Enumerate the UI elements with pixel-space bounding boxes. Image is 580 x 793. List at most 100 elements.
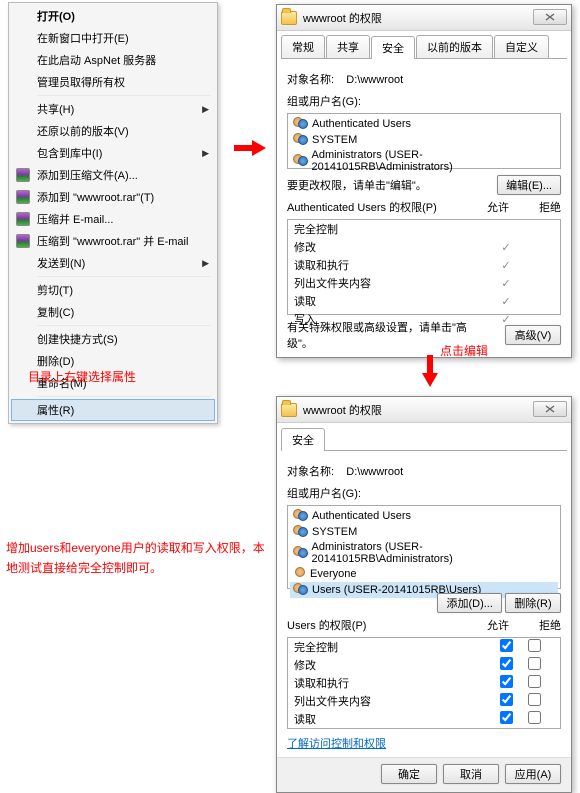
advanced-button[interactable]: 高级(V) [505,325,561,345]
menu-item-label: 压缩到 "wwwroot.rar" 并 E-mail [37,233,188,249]
user-listbox[interactable]: Authenticated UsersSYSTEMAdministrators … [287,113,561,169]
add-button[interactable]: 添加(D)... [437,593,501,613]
user-row[interactable]: SYSTEM [290,524,558,540]
permission-label: 读取和执行 [294,675,492,691]
group-icon [292,583,308,597]
allow-label: 允许 [487,199,509,215]
menu-item[interactable]: 发送到(N)▶ [11,252,215,274]
user-row[interactable]: Authenticated Users [290,116,558,132]
group-icon [292,525,308,539]
rar-icon [15,167,31,183]
close-button[interactable] [533,9,567,25]
permission-list[interactable]: 完全控制修改读取和执行列出文件夹内容读取 [287,637,561,729]
menu-item[interactable]: 添加到 "wwwroot.rar"(T) [11,186,215,208]
titlebar[interactable]: wwwroot 的权限 [277,397,571,423]
allow-checkbox[interactable] [500,711,513,724]
menu-item[interactable]: 压缩并 E-mail... [11,208,215,230]
user-row[interactable]: SYSTEM [290,132,558,148]
user-row[interactable]: Administrators (USER-20141015RB\Administ… [290,148,558,174]
permission-row: 列出文件夹内容 [288,692,560,710]
object-name-value: D:\wwwroot [346,466,403,478]
titlebar[interactable]: wwwroot 的权限 [277,5,571,31]
apply-button[interactable]: 应用(A) [505,764,561,784]
permission-list[interactable]: 完全控制修改✓读取和执行✓列出文件夹内容✓读取✓写入✓ [287,219,561,315]
deny-checkbox[interactable] [528,639,541,652]
deny-checkbox[interactable] [528,657,541,670]
menu-item[interactable]: 压缩到 "wwwroot.rar" 并 E-mail [11,230,215,252]
tab[interactable]: 共享 [326,35,370,58]
deny-checkbox[interactable] [528,675,541,688]
close-button[interactable] [533,401,567,417]
user-name: Everyone [310,568,356,580]
user-row[interactable]: Authenticated Users [290,508,558,524]
annotation-step2: 点击编辑 [440,342,488,359]
learn-link[interactable]: 了解访问控制和权限 [287,738,386,750]
tab[interactable]: 以前的版本 [416,35,493,58]
remove-button[interactable]: 删除(R) [505,593,561,613]
object-name-label: 对象名称: [287,466,334,478]
menu-item[interactable]: 属性(R) [11,399,215,421]
submenu-arrow-icon: ▶ [202,104,209,115]
menu-item-label: 添加到压缩文件(A)... [37,167,138,183]
deny-checkbox[interactable] [528,711,541,724]
arrow-right-icon [234,140,266,156]
object-name-label: 对象名称: [287,74,334,86]
user-name: SYSTEM [312,526,357,538]
menu-item[interactable]: 包含到库中(I)▶ [11,142,215,164]
permission-label: 修改 [294,657,492,673]
object-name-value: D:\wwwroot [346,74,403,86]
properties-dialog-1: wwwroot 的权限 常规共享安全以前的版本自定义 对象名称: D:\wwwr… [276,4,572,358]
menu-item[interactable]: 还原以前的版本(V) [11,120,215,142]
submenu-arrow-icon: ▶ [202,148,209,159]
annotation-step1: 目录上右键选择属性 [28,368,136,385]
tab[interactable]: 安全 [371,36,415,59]
menu-item[interactable]: 管理员取得所有权 [11,71,215,93]
permission-label: 完全控制 [294,221,492,237]
dialog-title: wwwroot 的权限 [303,402,382,418]
object-name-row: 对象名称: D:\wwwroot [287,463,561,479]
tab[interactable]: 常规 [281,35,325,58]
menu-item[interactable]: 复制(C) [11,301,215,323]
permission-label: 读取 [294,711,492,727]
menu-item-label: 创建快捷方式(S) [37,331,118,347]
tab[interactable]: 自定义 [494,35,549,58]
properties-dialog-2: wwwroot 的权限 安全 对象名称: D:\wwwroot 组或用户名(G)… [276,396,572,793]
allow-checkbox[interactable] [500,675,513,688]
rar-icon [15,211,31,227]
footer-buttons: 确定 取消 应用(A) [277,757,571,792]
allow-checkbox[interactable] [500,657,513,670]
menu-item[interactable]: 共享(H) ▶ [11,98,215,120]
tab-security[interactable]: 安全 [281,428,325,451]
allow-checkbox[interactable] [500,693,513,706]
menu-item[interactable]: 打开(O) [11,5,215,27]
ok-button[interactable]: 确定 [381,764,437,784]
allow-check-icon: ✓ [492,295,520,308]
permission-row: 列出文件夹内容✓ [288,274,560,292]
permission-row: 修改 [288,656,560,674]
menu-item[interactable]: 在此启动 AspNet 服务器 [11,49,215,71]
user-row[interactable]: Everyone [290,566,558,582]
menu-item-label: 共享(H) [37,101,74,117]
deny-checkbox[interactable] [528,693,541,706]
group-icon [292,509,308,523]
allow-checkbox[interactable] [500,639,513,652]
edit-button[interactable]: 编辑(E)... [497,175,561,195]
menu-item-label: 剪切(T) [37,282,73,298]
permission-row: 读取和执行 [288,674,560,692]
menu-item[interactable]: 在新窗口中打开(E) [11,27,215,49]
change-hint: 要更改权限，请单击"编辑"。 [287,177,427,193]
permission-row: 完全控制 [288,638,560,656]
permission-label: 列出文件夹内容 [294,693,492,709]
group-icon [292,154,308,168]
group-icon [292,546,308,560]
menu-item[interactable]: 添加到压缩文件(A)... [11,164,215,186]
allow-check-icon: ✓ [492,313,520,326]
permission-row: 完全控制 [288,220,560,238]
user-listbox[interactable]: Authenticated Users SYSTEM Administrators … [287,505,561,589]
menu-item[interactable]: 剪切(T) [11,279,215,301]
menu-item[interactable]: 创建快捷方式(S) [11,328,215,350]
user-name: Administrators (USER-20141015RB\Administ… [312,149,557,173]
user-row[interactable]: Administrators (USER-20141015RB\Administ… [290,540,558,566]
cancel-button[interactable]: 取消 [443,764,499,784]
context-menu: 打开(O)在新窗口中打开(E)在此启动 AspNet 服务器管理员取得所有权共享… [8,2,218,424]
